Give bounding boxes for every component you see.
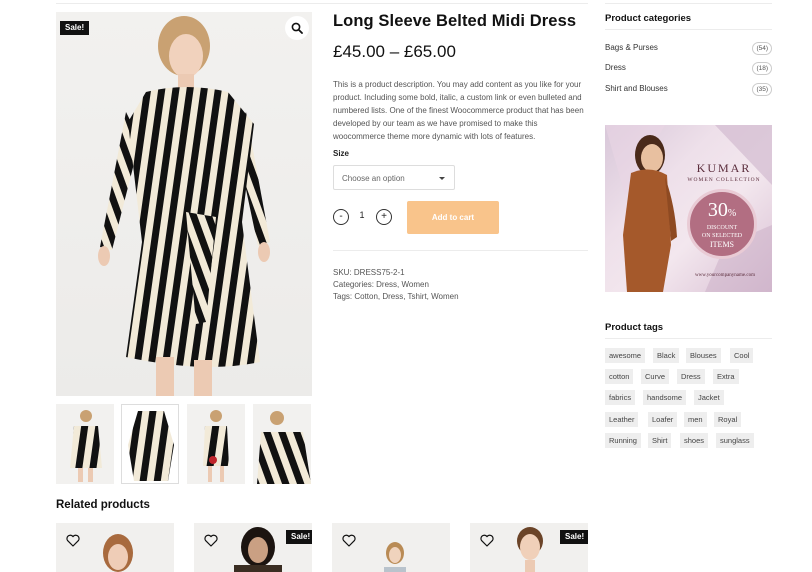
product-tags[interactable]: Tags: Cotton, Dress, Tshirt, Women	[333, 292, 459, 301]
size-label: Size	[333, 149, 350, 158]
top-divider-sidebar	[605, 3, 772, 4]
zoom-button[interactable]	[285, 16, 309, 40]
thumbnail-1[interactable]	[56, 404, 114, 484]
tag-link[interactable]: Extra	[713, 369, 739, 384]
tag-link[interactable]: Dress	[677, 369, 705, 384]
sale-badge: Sale!	[286, 530, 312, 544]
related-product-image	[384, 542, 406, 572]
tag-link[interactable]: handsome	[643, 390, 687, 405]
tag-link[interactable]: cotton	[605, 369, 634, 384]
model-striped-dress-image	[98, 16, 270, 396]
tags-widget-title: Product tags	[605, 322, 664, 333]
thumbnail-gallery	[56, 404, 312, 484]
add-to-cart-button[interactable]: Add to cart	[407, 201, 499, 234]
thumbnail-image	[128, 411, 174, 481]
categories-widget-title: Product categories	[605, 13, 692, 24]
related-product-card[interactable]	[332, 523, 450, 572]
banner-discount-circle: 30% DISCOUNT ON SELECTED ITEMS	[687, 189, 757, 259]
thumbnail-3[interactable]	[187, 404, 245, 484]
tag-link[interactable]: awesome	[605, 348, 646, 363]
tag-link[interactable]: Leather	[605, 412, 639, 427]
product-description: This is a product description. You may a…	[333, 80, 584, 141]
heart-icon[interactable]	[204, 534, 218, 547]
category-item[interactable]: Dress (18)	[605, 62, 772, 75]
category-count: (54)	[752, 42, 772, 55]
tag-link[interactable]: Royal	[714, 412, 742, 427]
top-divider	[56, 3, 588, 4]
tag-link[interactable]: Loafer	[648, 412, 678, 427]
tag-link[interactable]: Cool	[730, 348, 754, 363]
banner-line3: ITEMS	[710, 240, 734, 249]
thumbnail-image	[257, 411, 311, 484]
banner-url: www.yourcompanyname.com	[695, 273, 755, 278]
related-product-card[interactable]: Sale!	[470, 523, 588, 572]
chevron-down-icon	[439, 177, 445, 180]
thumbnail-image	[70, 410, 102, 482]
promo-banner[interactable]: KUMAR WOMEN COLLECTION 30% DISCOUNT ON S…	[605, 125, 772, 292]
tag-link[interactable]: shoes	[680, 433, 709, 448]
category-label[interactable]: Dress	[605, 63, 626, 72]
tag-link[interactable]: Curve	[641, 369, 670, 384]
product-sku: SKU: DRESS75-2-1	[333, 268, 405, 277]
product-price: £45.00 – £65.00	[333, 42, 456, 61]
tag-link[interactable]: Blouses	[686, 348, 721, 363]
banner-line1: DISCOUNT	[706, 225, 738, 231]
sale-badge: Sale!	[60, 21, 90, 35]
banner-discount-number: 30	[707, 199, 728, 221]
category-item[interactable]: Bags & Purses (54)	[605, 42, 772, 55]
related-products-title: Related products	[56, 499, 150, 511]
product-main-image[interactable]: Sale!	[56, 12, 312, 396]
quantity-increase-button[interactable]: +	[376, 209, 392, 225]
banner-line2: ON SELECTED	[701, 233, 743, 239]
size-select[interactable]: Choose an option	[333, 165, 455, 190]
tag-link[interactable]: Black	[653, 348, 680, 363]
related-product-card[interactable]	[56, 523, 174, 572]
tag-link[interactable]: Shirt	[648, 433, 672, 448]
size-select-value: Choose an option	[342, 174, 405, 183]
summary-divider	[333, 250, 588, 251]
tag-link[interactable]: Running	[605, 433, 641, 448]
sale-badge: Sale!	[560, 530, 588, 544]
widget-divider	[605, 338, 772, 339]
quantity-decrease-button[interactable]: -	[333, 209, 349, 225]
heart-icon[interactable]	[342, 534, 356, 547]
tag-link[interactable]: sunglass	[716, 433, 754, 448]
thumbnail-2[interactable]	[121, 404, 179, 484]
thumbnail-image	[203, 410, 229, 482]
category-label[interactable]: Shirt and Blouses	[605, 84, 668, 93]
category-count: (18)	[752, 62, 772, 75]
related-product-image	[103, 534, 133, 572]
product-categories[interactable]: Categories: Dress, Women	[333, 280, 429, 289]
category-label[interactable]: Bags & Purses	[605, 43, 658, 52]
tag-link[interactable]: fabrics	[605, 390, 636, 405]
tag-link[interactable]: Jacket	[694, 390, 724, 405]
product-title: Long Sleeve Belted Midi Dress	[333, 12, 577, 30]
related-product-card[interactable]: Sale!	[194, 523, 312, 572]
thumbnail-4[interactable]	[253, 404, 311, 484]
search-icon	[291, 22, 303, 34]
heart-icon[interactable]	[66, 534, 80, 547]
quantity-value[interactable]: 1	[357, 210, 367, 220]
banner-percent: %	[727, 208, 737, 219]
category-count: (35)	[752, 83, 772, 96]
banner-brand: KUMAR	[696, 161, 752, 175]
heart-icon[interactable]	[480, 534, 494, 547]
category-item[interactable]: Shirt and Blouses (35)	[605, 83, 772, 96]
tag-link[interactable]: men	[684, 412, 707, 427]
widget-divider	[605, 29, 772, 30]
banner-collection: WOMEN COLLECTION	[687, 177, 761, 183]
